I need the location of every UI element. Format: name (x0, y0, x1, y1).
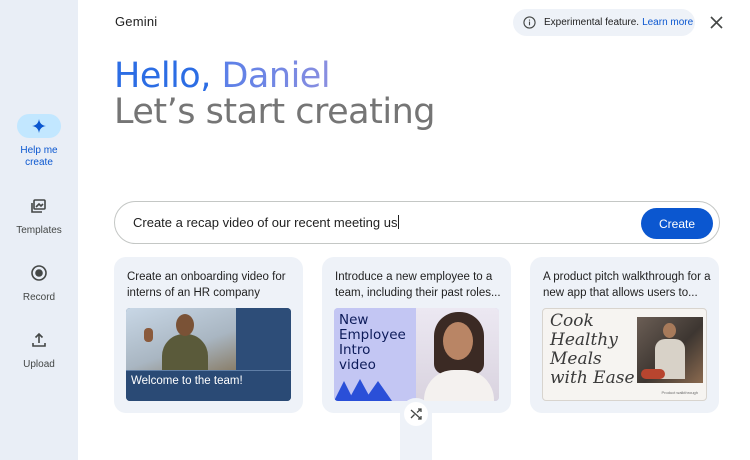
rail-item-help-me-create[interactable]: Help me create (0, 114, 78, 169)
prompt-value: Create a recap video of our recent meeti… (133, 215, 398, 230)
card-prompt-text: Introduce a new employee to a team, incl… (335, 271, 501, 299)
sparkle-icon (17, 114, 61, 138)
app-title: Gemini (115, 14, 158, 29)
info-icon (523, 16, 536, 29)
triangle-decoration (334, 379, 392, 401)
greeting-subtitle: Let’s start creating (114, 92, 435, 132)
greeting-hello: Hello, (114, 56, 211, 96)
card-prompt-text: A product pitch walkthrough for a new ap… (543, 271, 711, 299)
shuffle-icon (410, 408, 422, 420)
card-thumbnail: New Employee Intro video (334, 308, 499, 401)
text-caret (398, 215, 400, 229)
card-prompt-text: Create an onboarding video for interns o… (127, 271, 286, 299)
thumbnail-caption: New Employee Intro video (339, 312, 406, 373)
card-thumbnail: Welcome to the team! (126, 308, 291, 401)
rail-item-templates[interactable]: Templates (0, 194, 78, 237)
suggestion-card-product-pitch[interactable]: A product pitch walkthrough for a new ap… (530, 257, 719, 413)
rail-label: Help me create (20, 145, 58, 168)
rail-label: Templates (16, 225, 62, 236)
thumbnail-photo (416, 308, 499, 401)
experimental-notice: Experimental feature. Learn more (513, 9, 695, 36)
close-button[interactable] (706, 12, 726, 32)
suggestion-card-onboarding[interactable]: Create an onboarding video for interns o… (114, 257, 303, 413)
thumbnail-caption: Cook Healthy Meals with Ease (550, 311, 635, 388)
greeting-name: Daniel (221, 56, 331, 96)
prompt-input[interactable]: Create a recap video of our recent meeti… (133, 215, 400, 230)
rail-item-record[interactable]: Record (0, 261, 78, 304)
left-rail: Help me create Templates Record Upload (0, 0, 78, 460)
shuffle-button[interactable] (404, 402, 428, 426)
suggestion-card-new-employee[interactable]: Introduce a new employee to a team, incl… (322, 257, 511, 413)
create-button[interactable]: Create (641, 208, 713, 239)
thumbnail-photo (126, 308, 236, 370)
rail-label: Record (22, 292, 56, 303)
rail-label: Upload (23, 359, 55, 370)
close-icon (709, 15, 723, 29)
record-icon (17, 261, 61, 285)
rail-item-upload[interactable]: Upload (0, 328, 78, 371)
prompt-bar: Create a recap video of our recent meeti… (114, 201, 720, 244)
learn-more-link[interactable]: Learn more (642, 17, 693, 28)
thumbnail-caption: Welcome to the team! (131, 375, 243, 387)
card-thumbnail: Cook Healthy Meals with Ease Product wal… (542, 308, 707, 401)
upload-icon (17, 328, 61, 352)
thumbnail-footnote: Product walkthrough (661, 390, 698, 395)
thumbnail-photo (637, 317, 703, 383)
notice-text: Experimental feature. (544, 17, 640, 28)
templates-icon (17, 194, 61, 218)
